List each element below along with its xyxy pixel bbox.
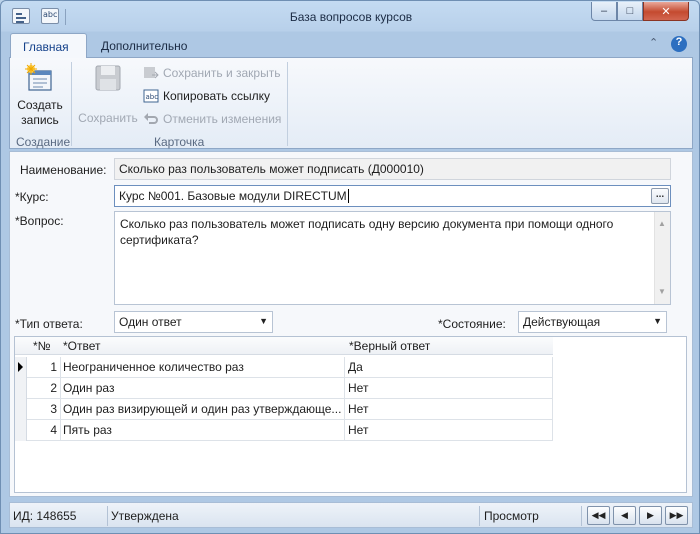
undo-changes-button[interactable]: Отменить изменения [143, 109, 281, 129]
next-record-button[interactable]: ▶ [639, 506, 662, 525]
name-label: Наименование: [20, 163, 107, 177]
question-scrollbar[interactable]: ▲ ▼ [654, 212, 670, 304]
last-icon: ▶▶ [669, 510, 684, 520]
scroll-down-icon[interactable]: ▼ [658, 284, 666, 300]
table-row[interactable]: 1 Неограниченное количество раз Да [15, 357, 553, 378]
column-answer[interactable]: *Ответ [63, 339, 101, 353]
prev-record-button[interactable]: ◀ [613, 506, 636, 525]
name-field: Сколько раз пользователь может подписать… [114, 158, 671, 180]
link-icon: abc [143, 89, 159, 103]
answer-type-select[interactable]: Один ответ ▼ [114, 311, 273, 333]
maximize-button[interactable]: □ [617, 2, 643, 21]
column-correct[interactable]: *Верный ответ [349, 339, 430, 353]
svg-text:abc: abc [146, 93, 159, 101]
next-icon: ▶ [647, 510, 654, 520]
help-icon[interactable]: ? [671, 36, 687, 52]
grid-header: *№ *Ответ *Верный ответ [15, 337, 553, 355]
dropdown-arrow-icon: ▼ [653, 316, 662, 326]
answers-grid: *№ *Ответ *Верный ответ 1 Неограниченное… [14, 336, 687, 493]
view-mode: Просмотр [484, 509, 539, 523]
state-select[interactable]: Действующая ▼ [518, 311, 667, 333]
create-record-button[interactable]: Создать запись [12, 62, 68, 128]
course-label: *Курс: [15, 190, 49, 204]
answer-type-label: *Тип ответа: [15, 317, 83, 331]
save-close-icon [144, 67, 159, 79]
close-button[interactable]: ✕ [643, 2, 689, 21]
collapse-ribbon-icon[interactable]: ⌃ [649, 36, 658, 49]
prev-icon: ◀ [621, 510, 628, 520]
first-record-button[interactable]: ◀◀ [587, 506, 610, 525]
table-row[interactable]: 3 Один раз визирующей и один раз утвержд… [15, 399, 553, 420]
scroll-up-icon[interactable]: ▲ [658, 216, 666, 232]
table-row[interactable]: 4 Пять раз Нет [15, 420, 553, 441]
save-button[interactable]: Сохранить [76, 62, 140, 126]
course-field[interactable]: Курс №001. Базовые модули DIRECTUM [114, 185, 671, 207]
record-id: ИД: 148655 [13, 509, 77, 523]
status-bar: ИД: 148655 Утверждена Просмотр ◀◀ ◀ ▶ ▶▶ [9, 502, 693, 528]
dropdown-arrow-icon: ▼ [259, 316, 268, 326]
minimize-button[interactable]: – [591, 2, 617, 21]
title-bar: abc База вопросов курсов – □ ✕ [1, 1, 699, 33]
undo-icon [144, 113, 158, 124]
table-row[interactable]: 2 Один раз Нет [15, 378, 553, 399]
question-label: *Вопрос: [15, 214, 64, 228]
group-create-label: Создание [16, 135, 71, 149]
state-label: *Состояние: [438, 317, 506, 331]
copy-link-button[interactable]: abc Копировать ссылку [143, 86, 270, 106]
column-number[interactable]: *№ [33, 339, 51, 353]
tab-home[interactable]: Главная [10, 33, 87, 58]
ribbon-tabs: Главная Дополнительно ⌃ ? [9, 33, 693, 58]
record-form: Наименование: Сколько раз пользователь м… [9, 151, 693, 497]
ribbon: Создать запись Создание Сохранить Сохран… [9, 57, 693, 149]
new-record-icon [25, 63, 52, 91]
tab-additional[interactable]: Дополнительно [89, 33, 199, 58]
group-card-label: Карточка [154, 135, 205, 149]
status-badge: Утверждена [111, 509, 179, 523]
first-icon: ◀◀ [591, 510, 606, 520]
app-window: abc База вопросов курсов – □ ✕ Главная Д… [0, 0, 700, 534]
last-record-button[interactable]: ▶▶ [665, 506, 688, 525]
course-select-button[interactable]: ... [651, 188, 669, 204]
save-close-button[interactable]: Сохранить и закрыть [143, 63, 280, 83]
save-disk-icon [95, 65, 121, 91]
question-textarea[interactable]: Сколько раз пользователь может подписать… [114, 211, 671, 305]
current-row-indicator-icon [18, 362, 23, 372]
